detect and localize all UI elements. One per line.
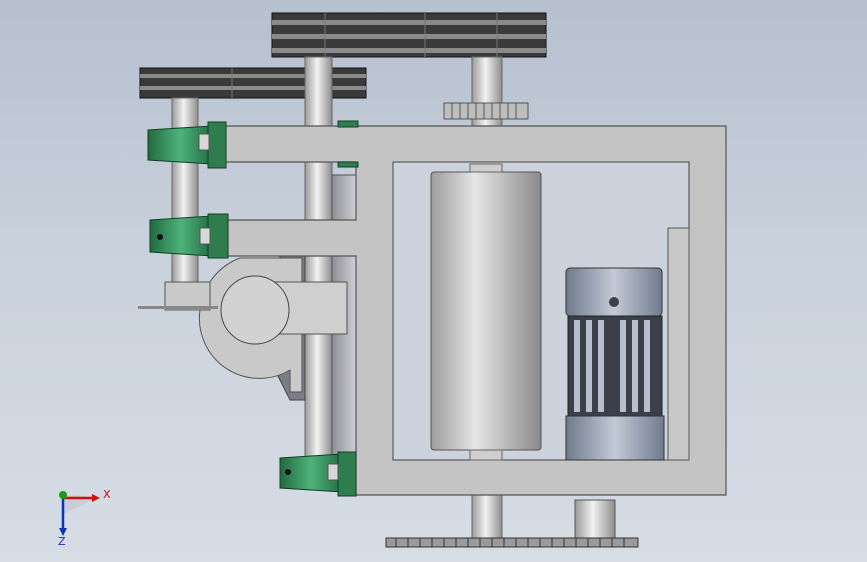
bearing-cap-mid — [337, 161, 359, 168]
bearing-bottom — [279, 451, 357, 497]
drum — [430, 171, 542, 451]
y-axis-dot — [59, 491, 67, 499]
bearing-top-left — [147, 121, 227, 169]
electric-motor — [565, 267, 665, 461]
top-gear — [443, 102, 529, 120]
bottom-sprocket — [385, 537, 639, 548]
bearing-cap-top — [337, 120, 359, 128]
bearing-middle-left — [149, 213, 229, 259]
cad-viewport[interactable]: X Z — [0, 0, 867, 562]
x-axis-label: X — [103, 488, 111, 501]
z-axis-label: Z — [58, 535, 66, 548]
middle-shaft — [304, 56, 333, 478]
main-shaft-bottom — [471, 494, 503, 541]
machine-drawing: X Z — [58, 12, 727, 548]
motor-output-stub — [574, 499, 616, 541]
top-right-pulley-set — [271, 12, 547, 58]
coordinate-triad[interactable]: X Z — [58, 488, 111, 548]
frame-right-plate — [667, 227, 690, 461]
